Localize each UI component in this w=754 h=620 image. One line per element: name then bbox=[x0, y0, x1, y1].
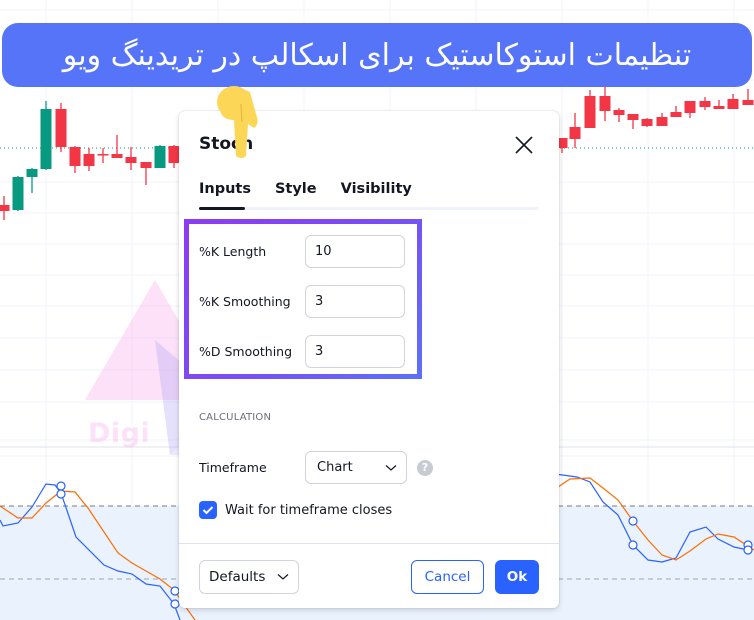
candle-body bbox=[699, 101, 711, 107]
k-length-label: %K Length bbox=[199, 244, 267, 259]
d-smoothing-input[interactable] bbox=[305, 335, 405, 368]
defaults-label: Defaults bbox=[209, 569, 266, 585]
candle-body bbox=[713, 106, 725, 109]
candle-body bbox=[742, 100, 754, 105]
k-length-row: %K Length bbox=[199, 235, 405, 268]
watermark-digi: Digi bbox=[88, 418, 151, 449]
candle-body bbox=[727, 99, 739, 109]
timeframe-value: Chart bbox=[317, 460, 353, 475]
tab-visibility[interactable]: Visibility bbox=[341, 181, 412, 197]
dialog-tabs: Inputs Style Visibility bbox=[199, 181, 412, 197]
candle-body bbox=[55, 109, 67, 147]
candle-body bbox=[641, 119, 653, 126]
calculation-section-title: CALCULATION bbox=[199, 412, 272, 423]
candle-body bbox=[613, 110, 625, 115]
defaults-dropdown[interactable]: Defaults bbox=[199, 560, 299, 594]
close-icon[interactable] bbox=[514, 135, 534, 155]
cancel-button[interactable]: Cancel bbox=[411, 560, 484, 594]
indicator-settings-dialog: Stoch Inputs Style Visibility %K Length … bbox=[179, 111, 559, 608]
candle-body bbox=[111, 154, 123, 158]
candle-body bbox=[670, 112, 682, 117]
candle-body bbox=[26, 169, 38, 177]
candle-body bbox=[599, 96, 611, 111]
cross-marker bbox=[628, 516, 638, 526]
cross-marker bbox=[56, 489, 66, 499]
candle-body bbox=[584, 96, 596, 128]
candle-body bbox=[140, 162, 152, 168]
footer-divider bbox=[179, 543, 559, 544]
timeframe-label: Timeframe bbox=[199, 460, 267, 475]
cross-marker bbox=[743, 545, 753, 555]
cross-marker bbox=[628, 540, 638, 550]
candle-body bbox=[154, 146, 166, 168]
candle-body bbox=[168, 146, 180, 163]
checkmark-icon bbox=[202, 506, 214, 515]
candle-body bbox=[83, 154, 95, 166]
k-smoothing-row: %K Smoothing bbox=[199, 285, 405, 318]
candle-body bbox=[627, 114, 639, 120]
candle-body bbox=[684, 101, 696, 113]
k-smoothing-label: %K Smoothing bbox=[199, 294, 291, 309]
timeframe-row: Timeframe Chart ? bbox=[199, 451, 433, 484]
wait-timeframe-label: Wait for timeframe closes bbox=[225, 502, 393, 518]
candle-body bbox=[656, 117, 668, 126]
active-tab-indicator bbox=[199, 207, 245, 210]
timeframe-select[interactable]: Chart bbox=[305, 451, 407, 484]
chevron-down-icon bbox=[385, 464, 397, 471]
tab-inputs[interactable]: Inputs bbox=[199, 181, 251, 197]
candle-body bbox=[40, 109, 52, 169]
title-banner: تنظیمات استوکاستیک برای اسکالپ در تریدین… bbox=[2, 23, 752, 87]
chevron-down-icon bbox=[277, 574, 289, 580]
candle-body bbox=[569, 127, 581, 139]
candle-body bbox=[125, 157, 137, 163]
k-smoothing-input[interactable] bbox=[305, 285, 405, 318]
cross-marker bbox=[56, 481, 66, 491]
candle-body bbox=[0, 205, 10, 211]
help-icon[interactable]: ? bbox=[417, 459, 433, 476]
dialog-title: Stoch bbox=[199, 134, 254, 154]
candle-body bbox=[97, 154, 109, 156]
wait-timeframe-checkbox[interactable] bbox=[199, 501, 217, 519]
tab-style[interactable]: Style bbox=[275, 181, 317, 197]
cross-marker bbox=[170, 586, 180, 596]
d-smoothing-label: %D Smoothing bbox=[199, 344, 293, 359]
wait-timeframe-checkbox-row[interactable]: Wait for timeframe closes bbox=[199, 501, 392, 519]
d-smoothing-row: %D Smoothing bbox=[199, 335, 405, 368]
ok-button[interactable]: Ok bbox=[495, 560, 539, 594]
tab-track bbox=[199, 207, 539, 210]
candle-body bbox=[69, 147, 81, 166]
k-length-input[interactable] bbox=[305, 235, 405, 268]
cross-marker bbox=[170, 599, 180, 609]
candle-body bbox=[12, 177, 24, 210]
